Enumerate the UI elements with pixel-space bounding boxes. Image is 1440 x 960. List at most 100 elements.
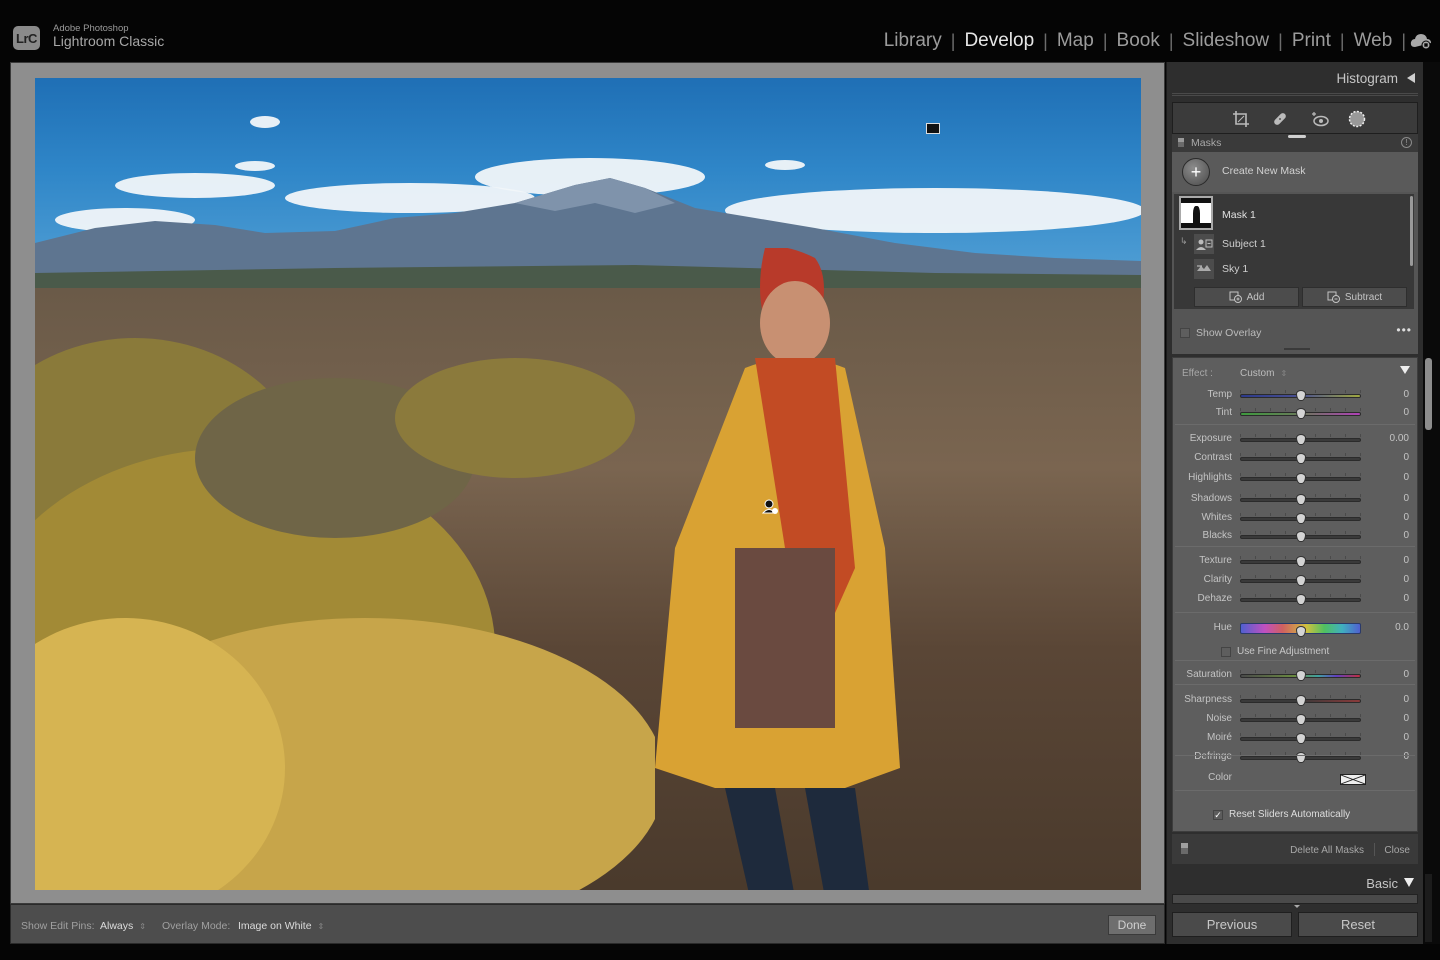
create-new-mask-button[interactable]: + Create New Mask	[1172, 152, 1418, 192]
clarity-value[interactable]: 0	[1403, 574, 1409, 585]
module-web[interactable]: Web	[1345, 30, 1402, 52]
done-button[interactable]: Done	[1108, 915, 1156, 935]
module-library[interactable]: Library	[875, 30, 951, 52]
moire-value[interactable]: 0	[1403, 732, 1409, 743]
effect-preset-select[interactable]: Custom ⇕	[1240, 368, 1287, 379]
mask-component-sky[interactable]: Sky 1	[1194, 259, 1394, 281]
mask-component-subject[interactable]: Subject 1	[1194, 234, 1394, 256]
masking-icon[interactable]	[1347, 109, 1367, 129]
tint-slider-thumb[interactable]	[1295, 408, 1306, 419]
reset-sliders-checkbox[interactable]: ✓	[1213, 809, 1223, 820]
drag-handle[interactable]	[1288, 135, 1306, 138]
show-edit-pins-select[interactable]: Always ⇕	[100, 920, 146, 932]
plus-icon[interactable]: +	[1182, 158, 1210, 186]
contrast-slider-thumb[interactable]	[1295, 453, 1306, 464]
dehaze-label: Dehaze	[1197, 593, 1232, 604]
info-icon[interactable]: !	[1401, 137, 1412, 148]
mask-thumbnail[interactable]	[1179, 196, 1213, 230]
collapse-left-icon[interactable]	[1407, 73, 1415, 83]
subject-icon	[1194, 234, 1214, 254]
show-overlay-label[interactable]: Show Overlay	[1196, 327, 1261, 339]
fine-adjustment-label[interactable]: Use Fine Adjustment	[1237, 646, 1329, 657]
mask-pin-icon[interactable]	[761, 498, 779, 516]
scrollbar-thumb[interactable]	[1425, 358, 1432, 430]
mask-list-scrollbar[interactable]	[1410, 196, 1413, 266]
module-map[interactable]: Map	[1048, 30, 1103, 52]
reset-button[interactable]: Reset	[1298, 912, 1418, 937]
module-slideshow[interactable]: Slideshow	[1174, 30, 1279, 52]
texture-slider-row: Texture 0	[1173, 554, 1419, 570]
tint-value[interactable]: 0	[1403, 407, 1409, 418]
panel-toggle-icon[interactable]	[1178, 138, 1184, 147]
reset-sliders-label[interactable]: Reset Sliders Automatically	[1229, 809, 1350, 820]
shadows-slider-thumb[interactable]	[1295, 494, 1306, 505]
sharpness-slider-thumb[interactable]	[1295, 695, 1306, 706]
noise-slider-thumb[interactable]	[1295, 714, 1306, 725]
blacks-slider-thumb[interactable]	[1295, 531, 1306, 542]
dehaze-slider-thumb[interactable]	[1295, 594, 1306, 605]
contrast-value[interactable]: 0	[1403, 452, 1409, 463]
dehaze-value[interactable]: 0	[1403, 593, 1409, 604]
cloud-icon[interactable]	[1410, 33, 1432, 49]
highlights-slider-thumb[interactable]	[1295, 473, 1306, 484]
section-divider	[1175, 684, 1415, 685]
blacks-slider-row: Blacks 0	[1173, 529, 1419, 545]
close-masks-button[interactable]: Close	[1384, 845, 1410, 856]
exposure-label: Exposure	[1189, 433, 1232, 444]
whites-value[interactable]: 0	[1403, 512, 1409, 523]
delete-all-masks-button[interactable]: Delete All Masks	[1290, 845, 1364, 856]
texture-value[interactable]: 0	[1403, 555, 1409, 566]
module-book[interactable]: Book	[1108, 30, 1169, 52]
crop-icon[interactable]	[1231, 109, 1251, 129]
saturation-slider-thumb[interactable]	[1295, 670, 1306, 681]
temp-value[interactable]: 0	[1403, 389, 1409, 400]
histogram-title[interactable]: Histogram	[1336, 71, 1398, 86]
exposure-value[interactable]: 0.00	[1390, 433, 1409, 444]
overlay-mode-select[interactable]: Image on White ⇕	[238, 920, 324, 932]
overlay-mode-label: Overlay Mode:	[162, 920, 231, 932]
module-develop[interactable]: Develop	[955, 30, 1043, 52]
panel-toggle-icon[interactable]	[1181, 843, 1188, 854]
fine-adjustment-checkbox[interactable]	[1221, 646, 1231, 657]
photo-preview[interactable]	[35, 78, 1141, 890]
hue-value[interactable]: 0.0	[1395, 622, 1409, 633]
defringe-value[interactable]: 0	[1403, 751, 1409, 762]
panel-scrollbar[interactable]	[1423, 62, 1440, 944]
shadows-value[interactable]: 0	[1403, 493, 1409, 504]
sharpness-value[interactable]: 0	[1403, 694, 1409, 705]
red-eye-icon[interactable]	[1310, 109, 1330, 129]
effect-label: Effect :	[1182, 368, 1213, 379]
exposure-slider-thumb[interactable]	[1295, 434, 1306, 445]
subtract-button[interactable]: Subtract	[1302, 287, 1407, 307]
temp-slider-thumb[interactable]	[1295, 390, 1306, 401]
healing-icon[interactable]	[1270, 109, 1290, 129]
moire-slider-thumb[interactable]	[1295, 733, 1306, 744]
whites-slider-thumb[interactable]	[1295, 513, 1306, 524]
color-swatch[interactable]	[1340, 774, 1366, 785]
defringe-slider-thumb[interactable]	[1295, 752, 1306, 763]
saturation-slider-row: Saturation 0	[1173, 668, 1419, 684]
saturation-value[interactable]: 0	[1403, 669, 1409, 680]
hue-slider-thumb[interactable]	[1295, 626, 1306, 637]
module-print[interactable]: Print	[1283, 30, 1340, 52]
expand-basic-icon[interactable]	[1404, 878, 1414, 887]
scrollbar-track-lower	[1425, 874, 1432, 942]
image-viewer[interactable]	[10, 62, 1165, 904]
add-button[interactable]: Add	[1194, 287, 1299, 307]
drag-handle[interactable]	[1284, 348, 1310, 350]
noise-value[interactable]: 0	[1403, 713, 1409, 724]
mask-name[interactable]: Mask 1	[1222, 209, 1256, 221]
updown-icon: ⇕	[1280, 369, 1288, 378]
more-options-icon[interactable]: •••	[1396, 323, 1412, 337]
previous-button[interactable]: Previous	[1172, 912, 1292, 937]
section-divider	[1175, 546, 1415, 547]
show-overlay-checkbox[interactable]	[1180, 328, 1190, 338]
create-new-mask-label: Create New Mask	[1222, 165, 1306, 177]
defringe-label: Defringe	[1194, 751, 1232, 762]
texture-slider-thumb[interactable]	[1295, 556, 1306, 567]
collapse-effect-icon[interactable]	[1400, 366, 1410, 374]
highlights-value[interactable]: 0	[1403, 472, 1409, 483]
clarity-slider-thumb[interactable]	[1295, 575, 1306, 586]
basic-panel-title[interactable]: Basic	[1366, 876, 1398, 891]
blacks-value[interactable]: 0	[1403, 530, 1409, 541]
